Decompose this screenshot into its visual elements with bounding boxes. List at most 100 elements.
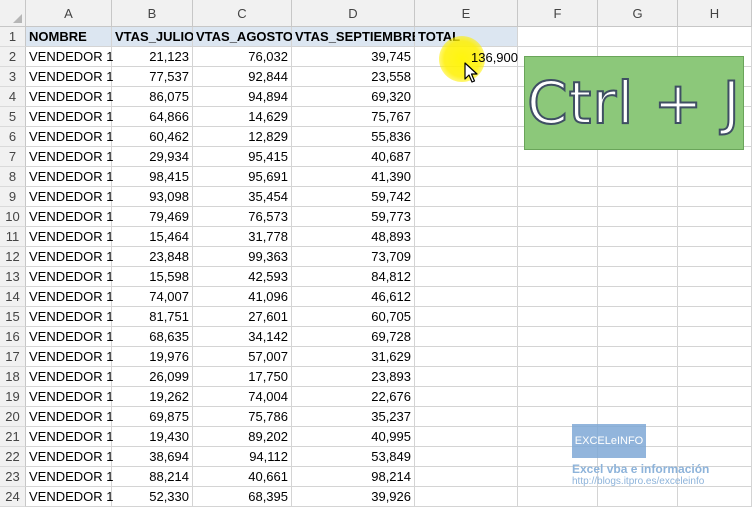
column-header-c[interactable]: C — [193, 0, 292, 27]
cell-a20[interactable]: VENDEDOR 1 — [26, 407, 114, 427]
cell-d24[interactable]: 39,926 — [292, 487, 415, 507]
cell-e19[interactable] — [415, 387, 518, 407]
cell-h15[interactable] — [678, 307, 752, 327]
cell-d22[interactable]: 53,849 — [292, 447, 415, 467]
row-header-5[interactable]: 5 — [0, 107, 26, 127]
cell-a13[interactable]: VENDEDOR 1 — [26, 267, 114, 287]
cell-h13[interactable] — [678, 267, 752, 287]
row-header-15[interactable]: 15 — [0, 307, 26, 327]
cell-e7[interactable] — [415, 147, 518, 167]
cell-b21[interactable]: 19,430 — [112, 427, 193, 447]
cell-b12[interactable]: 23,848 — [112, 247, 193, 267]
column-header-b[interactable]: B — [112, 0, 193, 27]
cell-c21[interactable]: 89,202 — [193, 427, 292, 447]
cell-e20[interactable] — [415, 407, 518, 427]
row-header-3[interactable]: 3 — [0, 67, 26, 87]
cell-c19[interactable]: 74,004 — [193, 387, 292, 407]
cell-c13[interactable]: 42,593 — [193, 267, 292, 287]
cell-d11[interactable]: 48,893 — [292, 227, 415, 247]
cell-a18[interactable]: VENDEDOR 1 — [26, 367, 114, 387]
cell-g19[interactable] — [598, 387, 678, 407]
cell-h10[interactable] — [678, 207, 752, 227]
cell-h14[interactable] — [678, 287, 752, 307]
cell-f15[interactable] — [518, 307, 598, 327]
cell-b20[interactable]: 69,875 — [112, 407, 193, 427]
row-header-11[interactable]: 11 — [0, 227, 26, 247]
cell-d10[interactable]: 59,773 — [292, 207, 415, 227]
row-header-22[interactable]: 22 — [0, 447, 26, 467]
cell-b17[interactable]: 19,976 — [112, 347, 193, 367]
cell-f19[interactable] — [518, 387, 598, 407]
row-header-18[interactable]: 18 — [0, 367, 26, 387]
cell-c3[interactable]: 92,844 — [193, 67, 292, 87]
cell-f13[interactable] — [518, 267, 598, 287]
cell-e8[interactable] — [415, 167, 518, 187]
cell-e23[interactable] — [415, 467, 518, 487]
cell-d13[interactable]: 84,812 — [292, 267, 415, 287]
cell-f7[interactable] — [518, 147, 598, 167]
header-cell-a[interactable]: NOMBRE — [26, 27, 112, 47]
cell-f9[interactable] — [518, 187, 598, 207]
cell-f14[interactable] — [518, 287, 598, 307]
cell-c7[interactable]: 95,415 — [193, 147, 292, 167]
cell-a5[interactable]: VENDEDOR 1 — [26, 107, 114, 127]
cell-a6[interactable]: VENDEDOR 1 — [26, 127, 114, 147]
cell-c16[interactable]: 34,142 — [193, 327, 292, 347]
header-cell-f[interactable] — [518, 27, 598, 47]
cell-f24[interactable] — [518, 487, 598, 507]
cell-a15[interactable]: VENDEDOR 1 — [26, 307, 114, 327]
cell-f10[interactable] — [518, 207, 598, 227]
cell-f8[interactable] — [518, 167, 598, 187]
cell-d21[interactable]: 40,995 — [292, 427, 415, 447]
cell-c10[interactable]: 76,573 — [193, 207, 292, 227]
row-header-14[interactable]: 14 — [0, 287, 26, 307]
cell-c14[interactable]: 41,096 — [193, 287, 292, 307]
cell-h9[interactable] — [678, 187, 752, 207]
cell-d3[interactable]: 23,558 — [292, 67, 415, 87]
cell-e6[interactable] — [415, 127, 518, 147]
cell-d23[interactable]: 98,214 — [292, 467, 415, 487]
cell-a24[interactable]: VENDEDOR 1 — [26, 487, 114, 507]
cell-f18[interactable] — [518, 367, 598, 387]
cell-b16[interactable]: 68,635 — [112, 327, 193, 347]
cell-a10[interactable]: VENDEDOR 1 — [26, 207, 114, 227]
cell-c4[interactable]: 94,894 — [193, 87, 292, 107]
cell-e15[interactable] — [415, 307, 518, 327]
cell-d4[interactable]: 69,320 — [292, 87, 415, 107]
cell-h20[interactable] — [678, 407, 752, 427]
cell-d18[interactable]: 23,893 — [292, 367, 415, 387]
cell-f12[interactable] — [518, 247, 598, 267]
cell-b14[interactable]: 74,007 — [112, 287, 193, 307]
cell-e16[interactable] — [415, 327, 518, 347]
row-header-6[interactable]: 6 — [0, 127, 26, 147]
cell-h21[interactable] — [678, 427, 752, 447]
cell-a22[interactable]: VENDEDOR 1 — [26, 447, 114, 467]
header-cell-b[interactable]: VTAS_JULIO — [112, 27, 194, 47]
cell-b8[interactable]: 98,415 — [112, 167, 193, 187]
cell-a17[interactable]: VENDEDOR 1 — [26, 347, 114, 367]
cell-g18[interactable] — [598, 367, 678, 387]
cell-a14[interactable]: VENDEDOR 1 — [26, 287, 114, 307]
row-header-12[interactable]: 12 — [0, 247, 26, 267]
row-header-7[interactable]: 7 — [0, 147, 26, 167]
cell-a16[interactable]: VENDEDOR 1 — [26, 327, 114, 347]
cell-e18[interactable] — [415, 367, 518, 387]
cell-b6[interactable]: 60,462 — [112, 127, 193, 147]
cell-a12[interactable]: VENDEDOR 1 — [26, 247, 114, 267]
cell-d8[interactable]: 41,390 — [292, 167, 415, 187]
cell-e14[interactable] — [415, 287, 518, 307]
cell-h18[interactable] — [678, 367, 752, 387]
cell-b23[interactable]: 88,214 — [112, 467, 193, 487]
column-header-f[interactable]: F — [518, 0, 598, 27]
cell-a8[interactable]: VENDEDOR 1 — [26, 167, 114, 187]
cell-d19[interactable]: 22,676 — [292, 387, 415, 407]
cell-a19[interactable]: VENDEDOR 1 — [26, 387, 114, 407]
cell-d12[interactable]: 73,709 — [292, 247, 415, 267]
cell-b10[interactable]: 79,469 — [112, 207, 193, 227]
cell-b18[interactable]: 26,099 — [112, 367, 193, 387]
cell-d7[interactable]: 40,687 — [292, 147, 415, 167]
cell-c15[interactable]: 27,601 — [193, 307, 292, 327]
row-header-20[interactable]: 20 — [0, 407, 26, 427]
cell-a4[interactable]: VENDEDOR 1 — [26, 87, 114, 107]
cell-c11[interactable]: 31,778 — [193, 227, 292, 247]
